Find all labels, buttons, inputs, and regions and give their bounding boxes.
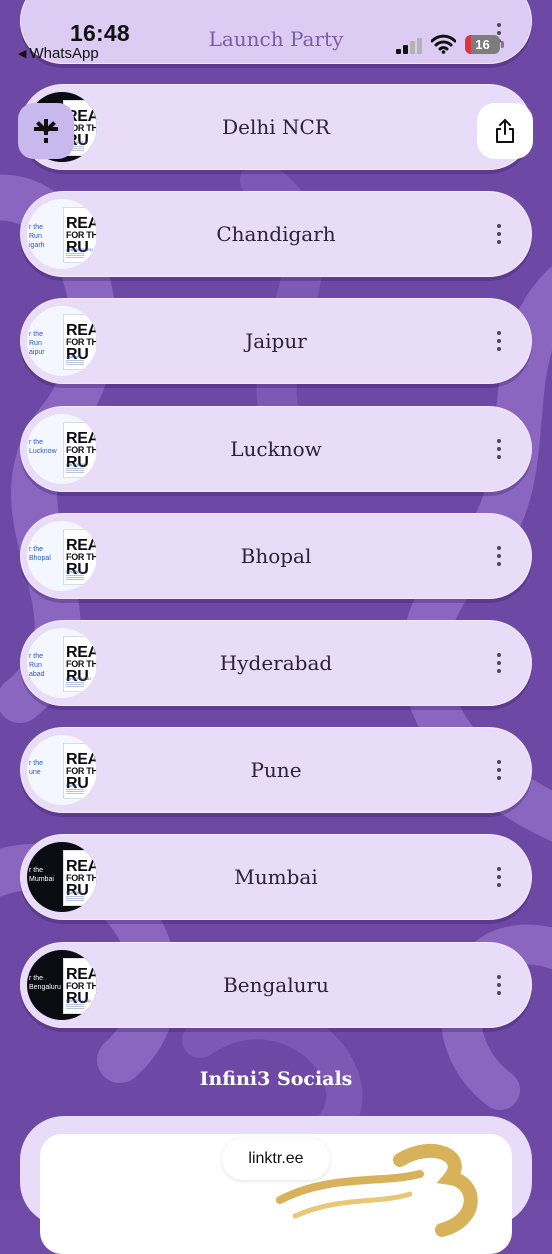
link-card[interactable]: r the MumbaiREALFOR THRUMUMBAIMumbai bbox=[20, 834, 532, 920]
link-card[interactable]: r the LucknowREALFOR THRULUCKNOWLucknow bbox=[20, 406, 532, 492]
more-icon[interactable] bbox=[489, 435, 509, 463]
share-icon bbox=[496, 119, 514, 143]
link-label: Mumbai bbox=[234, 865, 318, 889]
back-arrow-icon: ◀ bbox=[18, 48, 27, 60]
status-time: 16:48 bbox=[70, 20, 130, 46]
battery-indicator: 16 bbox=[465, 35, 500, 54]
share-button[interactable] bbox=[477, 103, 533, 159]
status-bar: 16:48 ◀ WhatsApp 16 bbox=[0, 0, 552, 66]
link-label: Delhi NCR bbox=[222, 115, 330, 139]
link-card[interactable]: r the BhopalREALFOR THRUBHOPALBhopal bbox=[20, 513, 532, 599]
link-card[interactable]: r the Run aipurREALFOR THRUJAIPURJaipur bbox=[20, 298, 532, 384]
back-app-label: WhatsApp bbox=[29, 45, 99, 62]
link-card[interactable]: r the Run abadREALFOR THRUHYDERABADHyder… bbox=[20, 620, 532, 706]
link-card[interactable]: REALFOR THRUDELHI NCRDelhi NCR bbox=[20, 84, 532, 170]
more-icon[interactable] bbox=[489, 542, 509, 570]
linktree-asterisk-icon bbox=[34, 119, 58, 143]
more-icon[interactable] bbox=[489, 327, 509, 355]
link-label: Chandigarh bbox=[216, 222, 336, 246]
more-icon[interactable] bbox=[489, 971, 509, 999]
link-card[interactable]: r the uneREALFOR THRUPUNEPune bbox=[20, 727, 532, 813]
more-icon[interactable] bbox=[489, 863, 509, 891]
link-card[interactable]: r the BengaluruREALFOR THRUBENGALURUBeng… bbox=[20, 942, 532, 1028]
battery-cap bbox=[501, 41, 504, 48]
battery-percent: 16 bbox=[475, 37, 490, 52]
link-label: Jaipur bbox=[245, 329, 307, 353]
more-icon[interactable] bbox=[489, 756, 509, 784]
link-label: Lucknow bbox=[230, 437, 322, 461]
more-icon[interactable] bbox=[489, 220, 509, 248]
link-label: Pune bbox=[250, 758, 302, 782]
linktree-logo-button[interactable] bbox=[18, 103, 74, 159]
link-label: Bhopal bbox=[240, 544, 312, 568]
link-label: Bengaluru bbox=[223, 973, 329, 997]
more-icon[interactable] bbox=[489, 649, 509, 677]
cellular-signal-icon bbox=[396, 38, 422, 54]
back-to-app-link[interactable]: ◀ WhatsApp bbox=[18, 45, 99, 62]
link-label: Hyderabad bbox=[219, 651, 333, 675]
socials-heading: Infini3 Socials bbox=[199, 1068, 353, 1090]
link-card[interactable]: r the Run igarhREALFOR THRUCHANDIGARHCha… bbox=[20, 191, 532, 277]
linktree-url-pill[interactable]: linktr.ee bbox=[222, 1138, 330, 1180]
wifi-icon bbox=[431, 34, 456, 54]
